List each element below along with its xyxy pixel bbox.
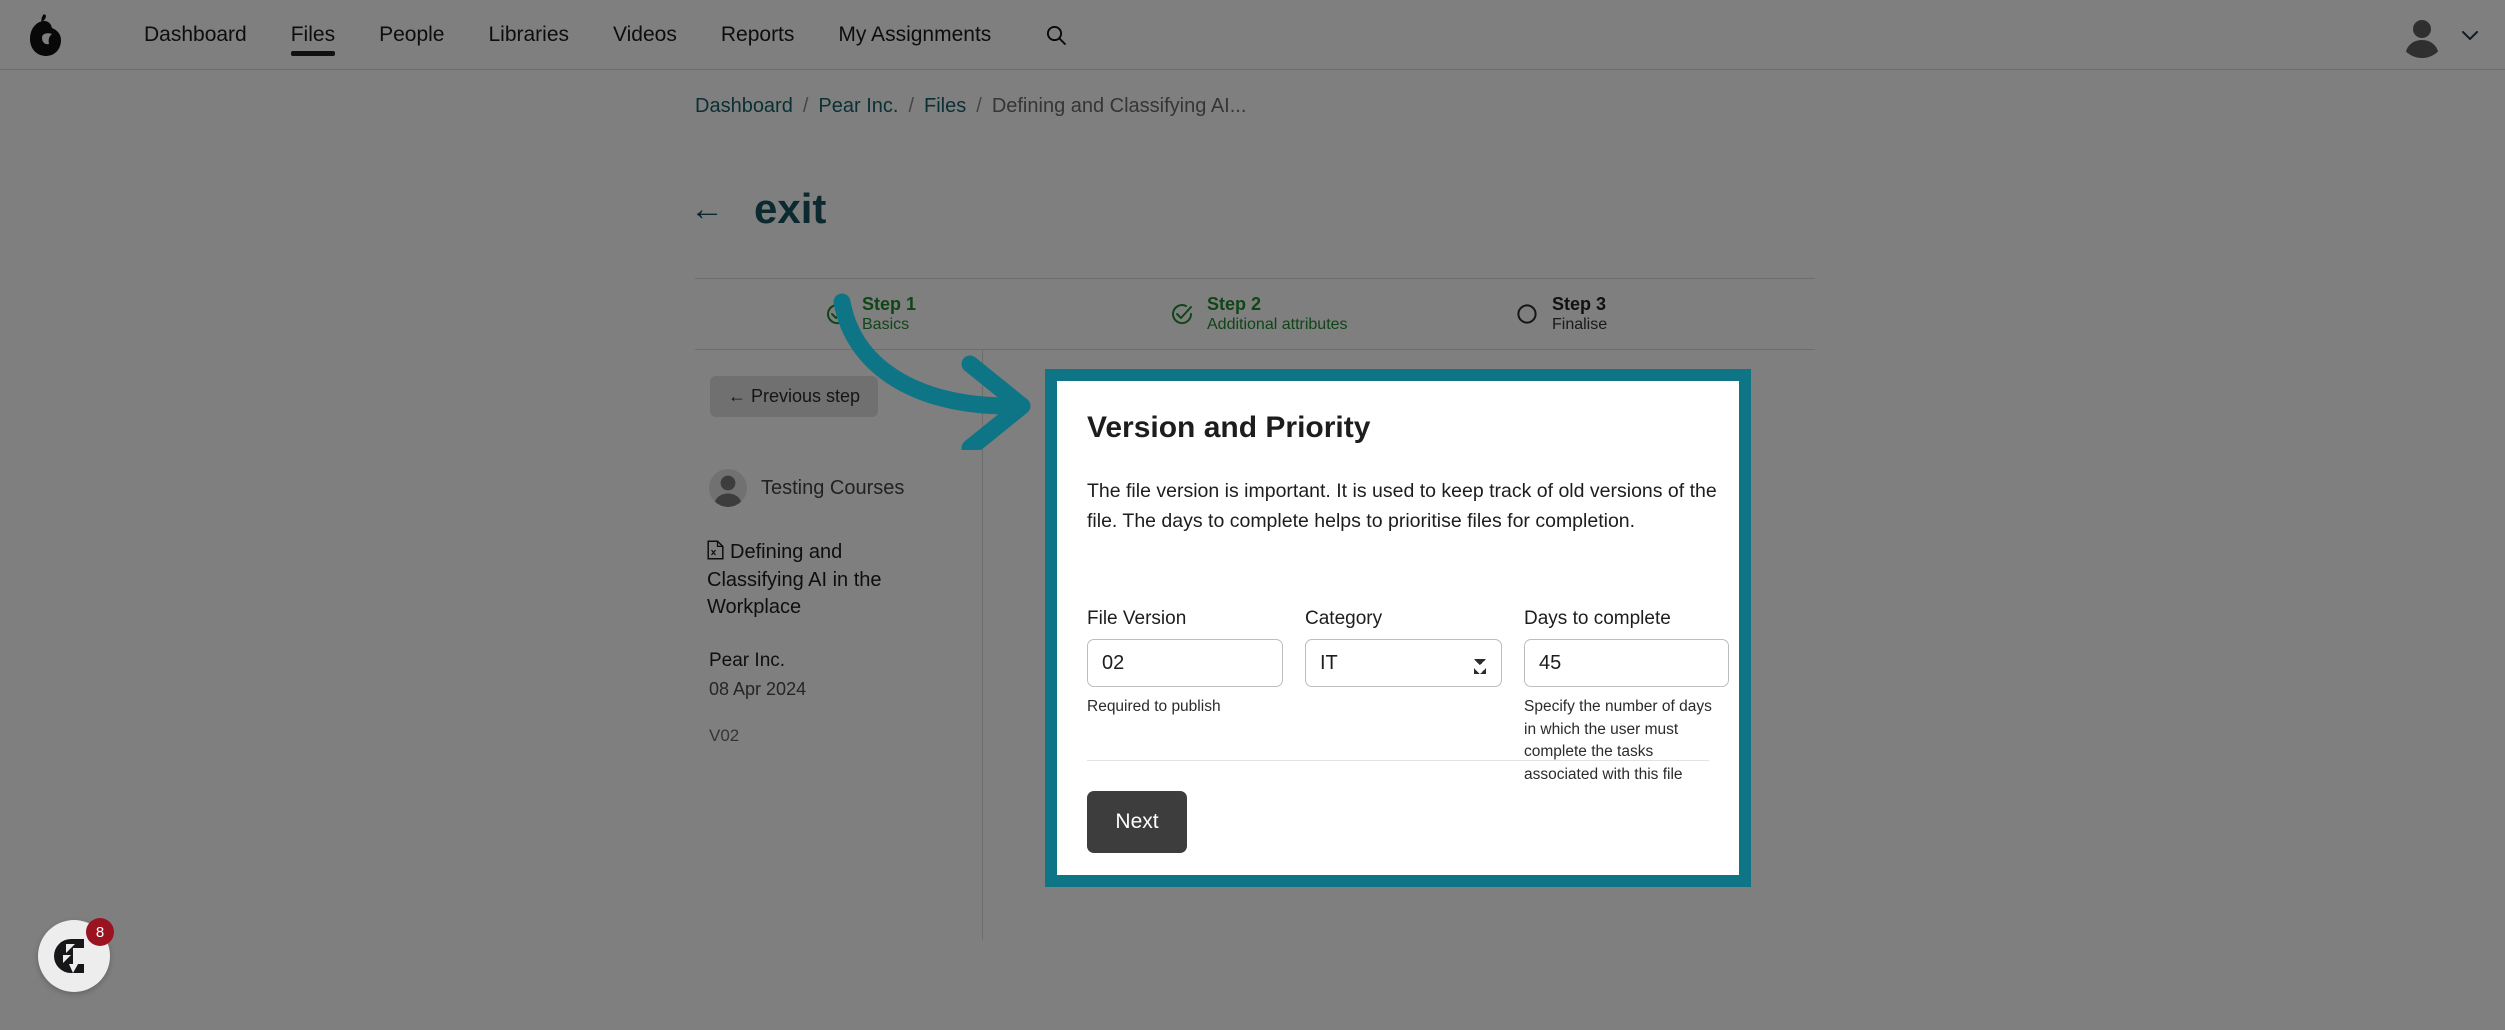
- card-description: The file version is important. It is use…: [1087, 480, 1717, 532]
- breadcrumb-separator: /: [976, 95, 982, 117]
- sidebar-date: 08 Apr 2024: [709, 679, 807, 700]
- stepper-step-1[interactable]: Step 1 Basics: [695, 293, 1040, 336]
- file-version-label: File Version: [1087, 608, 1187, 630]
- wizard-stepper: Step 1 Basics Step 2 Additional attribut…: [695, 278, 1815, 350]
- category-select[interactable]: IT: [1305, 639, 1502, 688]
- nav-item-libraries[interactable]: Libraries: [466, 0, 591, 70]
- file-version-input[interactable]: [1087, 639, 1283, 688]
- stepper-step-2-name: Step 2: [1207, 293, 1262, 314]
- stepper-step-2-sub: Additional attributes: [1207, 316, 1348, 334]
- wizard-body: ← Previous step Testing Courses Defining…: [695, 350, 1815, 940]
- breadcrumb-item-dashboard[interactable]: Dashboard: [695, 95, 793, 118]
- nav-right-group: [2399, 12, 2479, 58]
- check-circle-icon: [825, 302, 849, 326]
- help-widget[interactable]: 8: [38, 918, 114, 992]
- stepper-step-3-sub: Finalise: [1552, 316, 1608, 334]
- days-to-complete-input[interactable]: [1524, 639, 1729, 688]
- stepper-step-2[interactable]: Step 2 Additional attributes: [1040, 293, 1385, 336]
- sidebar-user-name: Testing Courses: [761, 476, 905, 499]
- nav-item-reports[interactable]: Reports: [699, 0, 817, 70]
- stepper-step-3-name: Step 3: [1552, 293, 1607, 314]
- arrow-left-icon[interactable]: ←: [690, 192, 724, 226]
- nav-item-files[interactable]: Files: [269, 0, 357, 70]
- version-and-priority-card: Version and Priority The file version is…: [1045, 369, 1751, 887]
- stepper-step-1-sub: Basics: [862, 316, 910, 334]
- nav-item-my-assignments[interactable]: My Assignments: [816, 0, 1013, 70]
- sidebar-version: V02: [709, 726, 740, 746]
- next-button[interactable]: Next: [1087, 791, 1187, 853]
- nav-items: Dashboard Files People Libraries Videos …: [122, 0, 1073, 70]
- wizard-main: Version and Priority The file version is…: [983, 350, 1815, 940]
- help-badge-count: 8: [86, 918, 114, 946]
- check-circle-icon: [1170, 302, 1194, 326]
- chevron-down-icon[interactable]: [2461, 29, 2479, 41]
- page-root: Dashboard Files People Libraries Videos …: [0, 0, 2505, 1030]
- sidebar-user: Testing Courses: [709, 469, 982, 507]
- search-icon[interactable]: [1039, 18, 1073, 52]
- page-content: Dashboard / Pear Inc. / Files / Defining…: [0, 70, 2505, 1030]
- wizard-sidebar: ← Previous step Testing Courses Defining…: [695, 350, 983, 940]
- breadcrumb-separator: /: [908, 95, 915, 117]
- top-navigation-bar: Dashboard Files People Libraries Videos …: [0, 0, 2505, 70]
- nav-item-videos[interactable]: Videos: [591, 0, 699, 70]
- nav-item-people[interactable]: People: [357, 0, 466, 70]
- days-to-complete-help: Specify the number of days in which the …: [1524, 698, 1712, 783]
- card-title: Version and Priority: [1087, 411, 1371, 444]
- sidebar-org: Pear Inc.: [709, 650, 786, 672]
- document-icon: [707, 540, 724, 567]
- pear-logo-icon[interactable]: [18, 9, 74, 61]
- breadcrumb-item-pear-inc[interactable]: Pear Inc.: [818, 95, 898, 118]
- stepper-step-3[interactable]: Step 3 Finalise: [1385, 293, 1730, 336]
- breadcrumb: Dashboard / Pear Inc. / Files / Defining…: [695, 95, 1246, 118]
- sidebar-file-name: Defining and Classifying AI in the Workp…: [707, 539, 937, 620]
- breadcrumb-item-files[interactable]: Files: [924, 95, 966, 118]
- file-version-help: Required to publish: [1087, 698, 1221, 716]
- user-avatar-icon[interactable]: [2399, 12, 2445, 58]
- category-label: Category: [1305, 608, 1383, 630]
- nav-item-dashboard[interactable]: Dashboard: [122, 0, 269, 70]
- empty-circle-icon: [1515, 302, 1539, 326]
- breadcrumb-item-current: Defining and Classifying AI...: [991, 95, 1247, 117]
- page-header: ← exit: [690, 188, 826, 230]
- days-to-complete-label: Days to complete: [1524, 608, 1671, 630]
- stepper-step-1-name: Step 1: [862, 293, 917, 314]
- avatar: [709, 469, 747, 507]
- breadcrumb-separator: /: [802, 95, 809, 117]
- card-divider: [1087, 760, 1709, 761]
- page-title: exit: [754, 185, 827, 232]
- sidebar-file-name-text: Defining and Classifying AI in the Workp…: [707, 541, 882, 618]
- previous-step-button[interactable]: ← Previous step: [710, 376, 879, 417]
